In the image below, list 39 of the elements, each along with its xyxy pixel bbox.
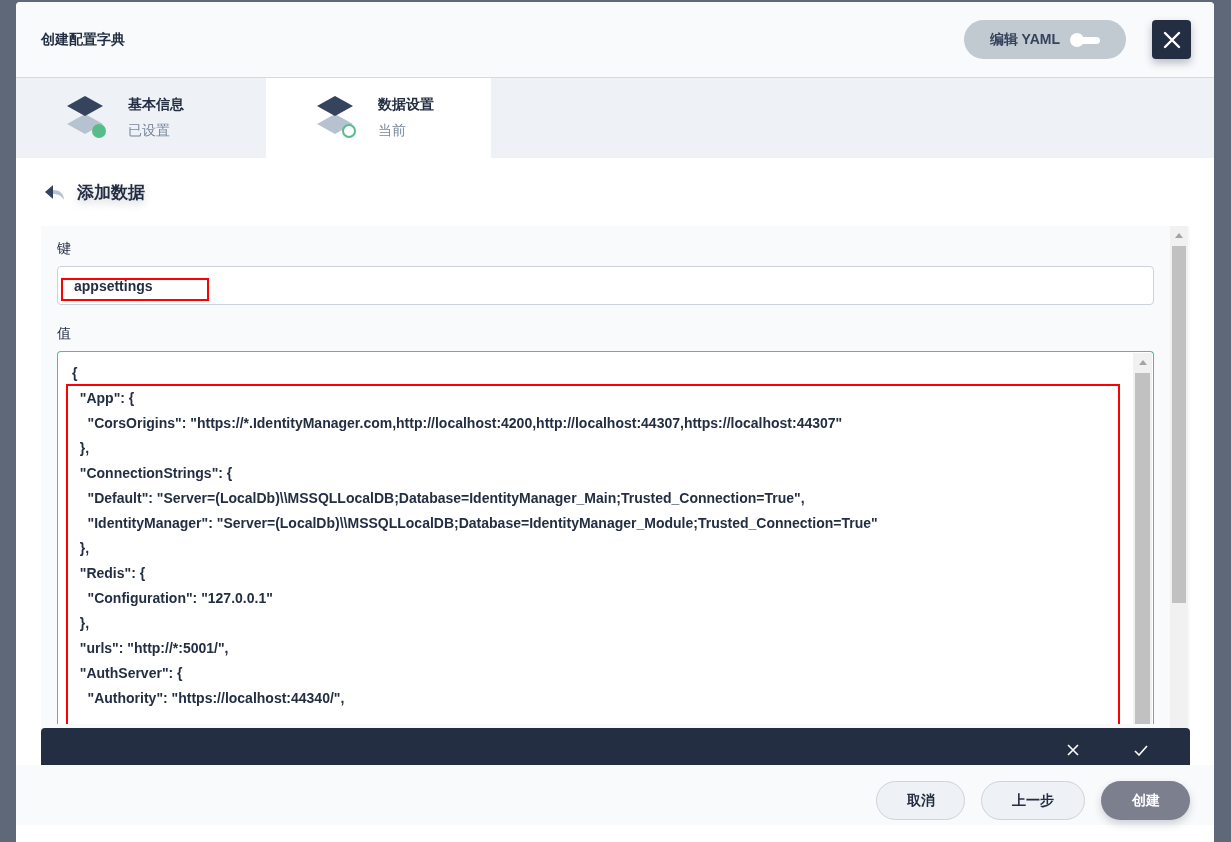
- editor-scrollbar[interactable]: [1133, 353, 1152, 724]
- panel-scrollbar[interactable]: [1170, 226, 1188, 728]
- close-icon: [1161, 29, 1182, 50]
- code-line: "Configuration": "127.0.0.1": [86, 589, 273, 608]
- code-line: "Default": "Server=(LocalDb)\\MSSQLLocalDB;Database=IdentityManager_Main;Trusted_Connection=True",: [86, 489, 805, 508]
- code-line: "Redis": {: [78, 564, 146, 583]
- code-line: },: [78, 439, 90, 458]
- code-line: "IdentityManager": "Server=(LocalDb)\\MSSQLLocalDB;Database=IdentityManager_Module;Trusted_Connection=True": [86, 514, 878, 533]
- field-label: 值: [57, 325, 72, 343]
- footer-button[interactable]: 取消: [876, 781, 965, 820]
- check-icon: [1134, 744, 1148, 756]
- code-line: {: [72, 364, 78, 383]
- step-tab[interactable]: 数据设置 当前: [266, 78, 491, 158]
- step-tab[interactable]: 基本信息 已设置: [16, 78, 266, 158]
- cancel-edit-button[interactable]: [1067, 744, 1079, 756]
- code-line: "App": {: [78, 389, 135, 408]
- back-icon[interactable]: [44, 184, 65, 200]
- code-line: "CorsOrigins": "https://*.IdentityManager.com,http://localhost:4200,http://localhost:44307,https://localhost:44307": [86, 414, 843, 433]
- confirm-edit-button[interactable]: [1134, 744, 1148, 756]
- dialog-title: 创建配置字典: [41, 30, 126, 49]
- code-line: "AuthServer": {: [78, 664, 183, 683]
- close-button[interactable]: [1152, 20, 1191, 59]
- toggle-switch[interactable]: [1070, 32, 1100, 47]
- code-line: "ConnectionStrings": {: [78, 464, 233, 483]
- code-line: },: [78, 614, 90, 633]
- step-title: 数据设置: [378, 96, 434, 114]
- key-input-field[interactable]: appsettings: [57, 266, 1154, 305]
- code-line: "Authority": "https://localhost:44340/",: [86, 689, 345, 708]
- code-line: },: [78, 539, 90, 558]
- footer-button[interactable]: 上一步: [981, 781, 1085, 820]
- footer-button[interactable]: 创建: [1101, 781, 1190, 820]
- field-label: 键: [57, 240, 72, 258]
- section-title: 添加数据: [77, 181, 145, 204]
- edit-yaml-toggle[interactable]: 编辑 YAML: [963, 20, 1126, 59]
- code-line: "urls": "http://*:5001/",: [78, 639, 229, 658]
- step-title: 基本信息: [128, 96, 184, 114]
- step-status: 已设置: [128, 122, 171, 140]
- close-icon: [1067, 744, 1079, 756]
- step-status: 当前: [378, 122, 407, 140]
